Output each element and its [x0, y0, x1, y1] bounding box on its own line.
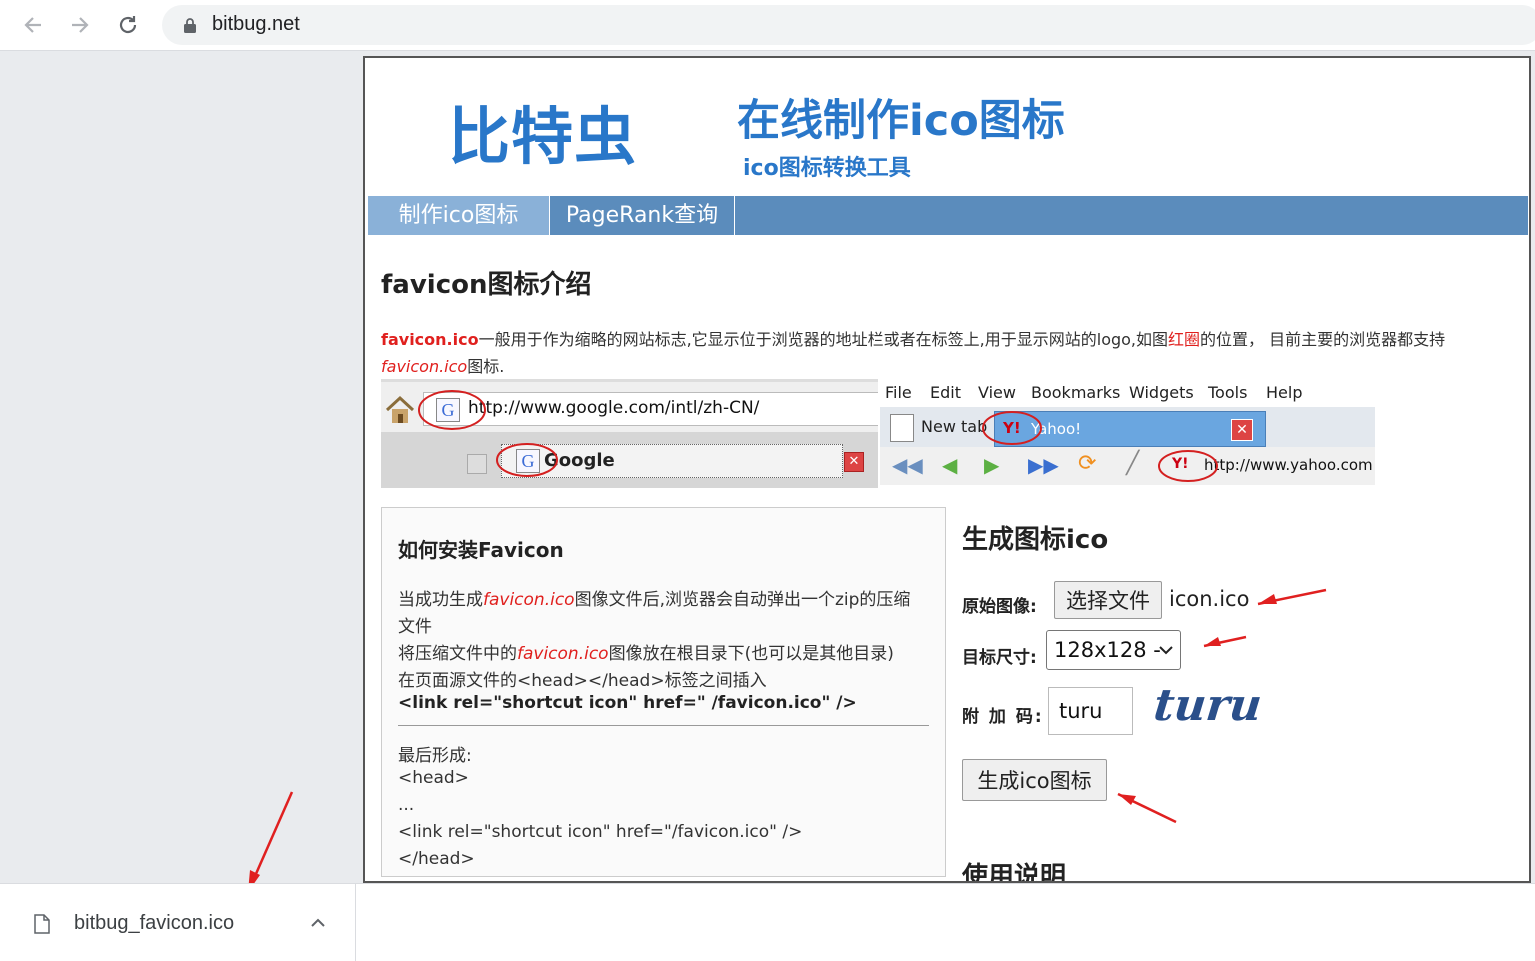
usage-title: 使用说明 — [962, 862, 1067, 883]
install-line-4: 在页面源文件的<head></head>标签之间插入 — [398, 671, 767, 691]
back-button[interactable] — [16, 8, 50, 42]
chevron-down-icon — [1159, 646, 1173, 655]
site-logo[interactable]: 比特虫 — [448, 86, 637, 176]
install-result-label: 最后形成: — [398, 746, 472, 766]
intro-text-3: 图标. — [467, 357, 505, 376]
chevron-up-icon[interactable] — [310, 918, 326, 928]
target-size-select[interactable]: 128x128 - — [1046, 630, 1181, 670]
intro-text: 一般用于作为缩略的网站标志,它显示位于浏览器的地址栏或者在标签上,用于显示网站的… — [478, 330, 1169, 349]
tab-close-icon — [467, 454, 487, 474]
menu-file: File — [885, 383, 912, 402]
install-result-line: <head> — [398, 768, 469, 788]
intro-favicon-term-2: favicon.ico — [381, 357, 468, 376]
opera-menu-bar: File Edit View Bookmarks Widgets Tools H… — [880, 379, 1375, 407]
browser-toolbar: bitbug.net — [0, 0, 1535, 51]
install-code-line: <link rel="shortcut icon" href=" /favico… — [398, 693, 857, 713]
install-result-line: ... — [398, 795, 415, 815]
reload-icon — [119, 16, 137, 34]
source-image-label: 原始图像: — [962, 597, 1037, 617]
webpage: 比特虫 在线制作ico图标 ico图标转换工具 制作ico图标 PageRank… — [363, 56, 1531, 883]
download-item[interactable]: bitbug_favicon.ico — [0, 884, 356, 961]
install-title: 如何安装Favicon — [398, 538, 564, 562]
download-shelf: bitbug_favicon.ico — [0, 883, 1535, 961]
new-tab-label: New tab — [921, 417, 988, 436]
reload-button[interactable] — [111, 8, 145, 42]
google-tab-strip: G Google ✕ — [381, 432, 878, 488]
yahoo-url-text: http://www.yahoo.com — [1204, 456, 1373, 474]
menu-tools: Tools — [1208, 383, 1248, 402]
opera-nav-bar: ◀◀ ◀ ▶ ▶▶ ⟳ ╱ Y! http://www.yahoo.com — [880, 447, 1375, 485]
generator-title: 生成图标ico — [962, 525, 1109, 555]
red-arrow-icon — [1117, 792, 1177, 824]
install-result-line: </head> — [398, 849, 475, 869]
fast-forward-icon: ▶▶ — [1028, 453, 1059, 477]
edit-icon: ╱ — [1126, 451, 1140, 476]
site-subheadline: ico图标转换工具 — [743, 156, 911, 181]
install-result-line: <link rel="shortcut icon" href="/favicon… — [398, 822, 803, 842]
close-icon: ✕ — [844, 452, 864, 472]
intro-text-2: 的位置， 目前主要的浏览器都支持 — [1200, 330, 1446, 349]
captcha-image: turu — [1151, 680, 1265, 731]
captcha-label: 附 加 码: — [962, 707, 1044, 727]
file-icon — [34, 914, 50, 934]
menu-widgets: Widgets — [1129, 383, 1194, 402]
captcha-input[interactable]: turu — [1048, 687, 1133, 735]
forward-button[interactable] — [63, 8, 97, 42]
close-icon: ✕ — [1231, 419, 1253, 441]
example-screenshot-yahoo: File Edit View Bookmarks Widgets Tools H… — [880, 379, 1375, 485]
opera-tab-strip: New tab Y! Yahoo! ✕ — [880, 407, 1375, 447]
download-file-name: bitbug_favicon.ico — [74, 912, 235, 934]
page-gutter — [0, 51, 362, 883]
reload-icon: ⟳ — [1078, 451, 1097, 476]
home-icon — [385, 395, 415, 423]
menu-edit: Edit — [930, 383, 961, 402]
intro-title: favicon图标介绍 — [381, 270, 592, 300]
target-size-label: 目标尺寸: — [962, 648, 1037, 668]
forward-arrow-icon — [72, 17, 89, 33]
site-headline: 在线制作ico图标 — [737, 96, 1065, 146]
divider — [398, 725, 929, 726]
new-tab-page-icon — [890, 414, 914, 442]
choose-file-button[interactable]: 选择文件 — [1054, 581, 1162, 619]
selected-file-name: icon.ico — [1169, 587, 1250, 611]
menu-help: Help — [1266, 383, 1303, 402]
menu-bookmarks: Bookmarks — [1031, 383, 1121, 402]
install-line-1: 当成功生成favicon.ico图像文件后,浏览器会自动弹出一个zip的压缩 — [398, 590, 911, 610]
captcha-value: turu — [1059, 699, 1103, 723]
intro-paragraph: favicon.ico一般用于作为缩略的网站标志,它显示位于浏览器的地址栏或者在… — [381, 326, 1516, 380]
red-circle-icon — [1158, 450, 1218, 482]
install-line-3: 将压缩文件中的favicon.ico图像放在根目录下(也可以是其他目录) — [398, 644, 894, 664]
install-line-2: 文件 — [398, 617, 432, 637]
site-nav: 制作ico图标 PageRank查询 — [368, 196, 1528, 235]
generate-ico-button[interactable]: 生成ico图标 — [962, 759, 1107, 801]
red-arrow-icon — [1257, 588, 1327, 606]
nav-pagerank[interactable]: PageRank查询 — [550, 196, 735, 235]
google-url-text: http://www.google.com/intl/zh-CN/ — [468, 398, 760, 418]
nav-make-ico[interactable]: 制作ico图标 — [368, 196, 550, 235]
example-screenshot-google: G http://www.google.com/intl/zh-CN/ G Go… — [381, 379, 878, 488]
red-circle-icon — [418, 390, 486, 430]
url-text: bitbug.net — [212, 13, 300, 35]
red-circle-icon — [982, 411, 1042, 445]
red-circle-icon — [496, 443, 558, 477]
rewind-icon: ◀◀ — [892, 453, 923, 477]
forward-icon: ▶ — [984, 453, 1000, 477]
google-url-bar: G http://www.google.com/intl/zh-CN/ — [423, 392, 878, 426]
intro-red-circle-text: 红圈 — [1168, 330, 1201, 349]
red-arrow-icon — [1203, 635, 1247, 648]
menu-view: View — [978, 383, 1016, 402]
intro-favicon-term: favicon.ico — [381, 330, 479, 349]
install-instructions: 如何安装Favicon 当成功生成favicon.ico图像文件后,浏览器会自动… — [381, 507, 946, 877]
back-arrow-icon — [24, 17, 41, 33]
target-size-value: 128x128 - — [1054, 638, 1161, 662]
back-icon: ◀ — [942, 453, 958, 477]
lock-icon — [184, 18, 196, 33]
address-bar[interactable]: bitbug.net — [162, 5, 1535, 45]
